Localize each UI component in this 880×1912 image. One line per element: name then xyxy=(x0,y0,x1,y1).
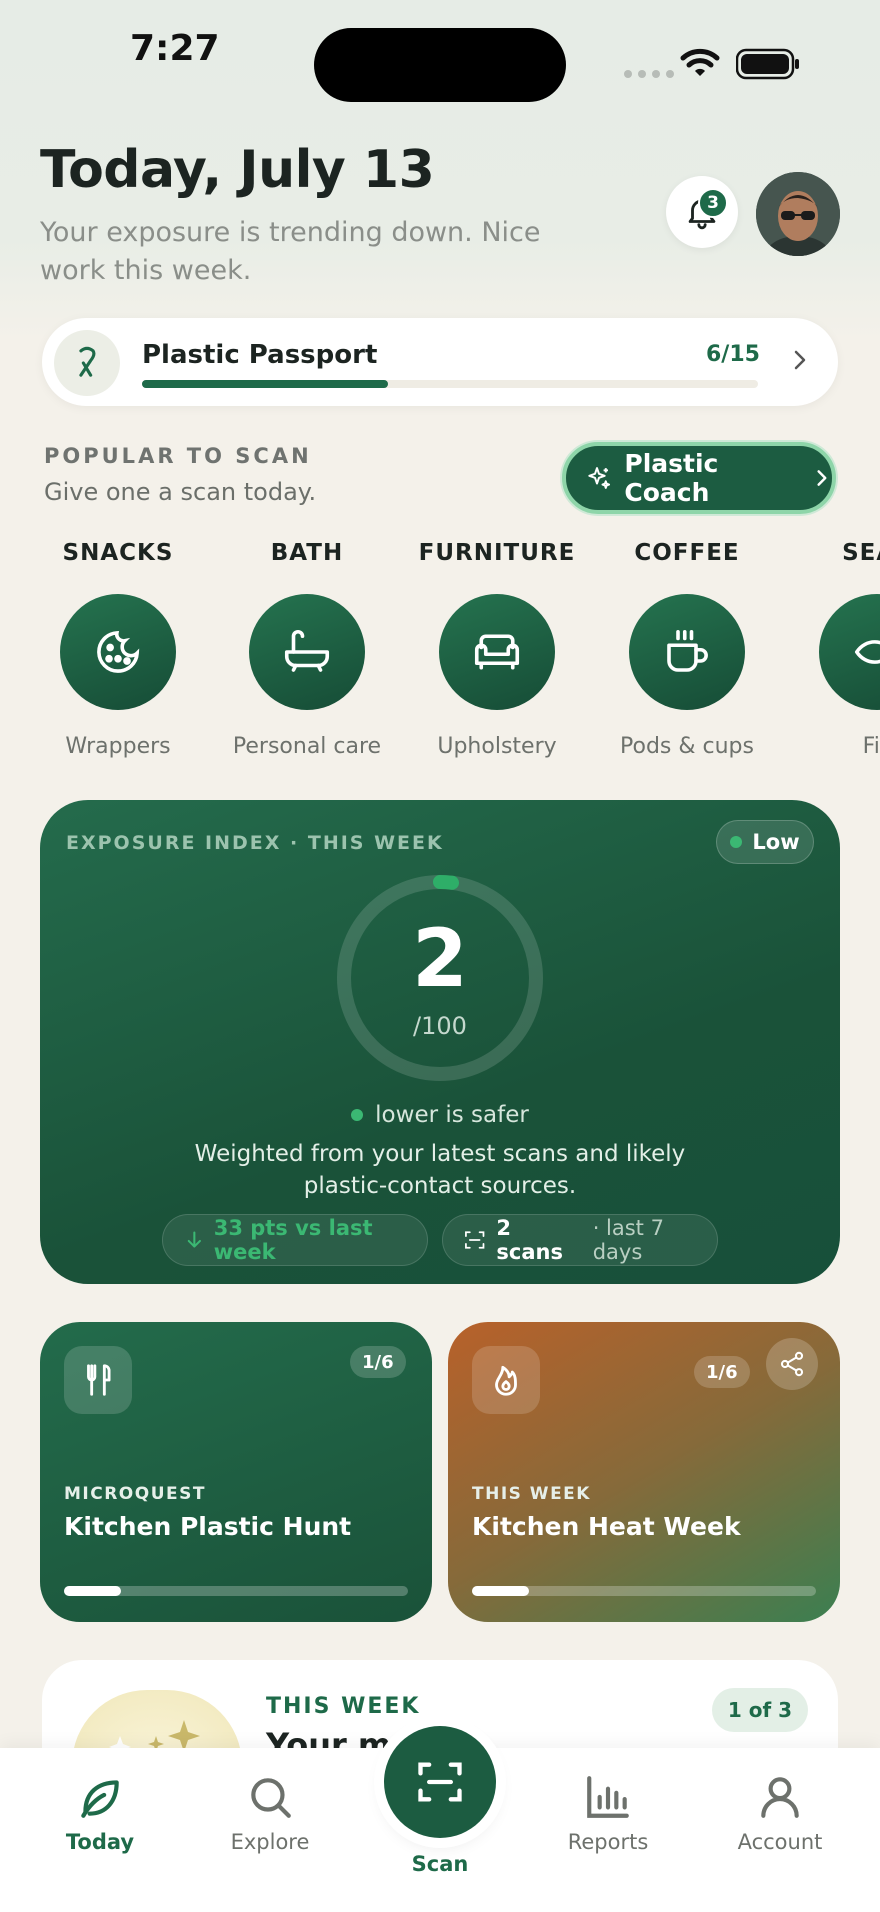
quest-progress-count: 1/6 xyxy=(350,1346,406,1378)
tab-label: Today xyxy=(65,1830,135,1854)
tab-account[interactable]: Account xyxy=(710,1772,850,1854)
passport-progress-track xyxy=(142,380,758,388)
category-snacks[interactable]: SNACKS Wrappers xyxy=(23,540,213,759)
section-subtitle-popular: Give one a scan today. xyxy=(44,478,317,506)
category-bath[interactable]: BATH Personal care xyxy=(212,540,402,759)
passport-title: Plastic Passport xyxy=(142,340,378,370)
category-title: SNACKS xyxy=(62,540,174,566)
exposure-score-max: /100 xyxy=(413,1012,467,1040)
status-time: 7:27 xyxy=(130,28,220,69)
tab-explore[interactable]: Explore xyxy=(200,1772,340,1854)
category-carousel[interactable]: SNACKS Wrappers BATH Personal care FURNI… xyxy=(0,540,880,770)
exposure-delta: 33 pts vs last week xyxy=(213,1216,373,1264)
category-title: FURNITURE xyxy=(418,540,576,566)
category-subtitle: Fis xyxy=(862,734,880,759)
sofa-icon xyxy=(439,594,555,710)
peek-kicker: THIS WEEK xyxy=(266,1694,421,1719)
category-title: COFFEE xyxy=(634,540,740,566)
bar-chart-icon xyxy=(587,1776,629,1818)
tab-label: Explore xyxy=(230,1830,310,1854)
exposure-score: 2 xyxy=(412,912,468,1005)
ribbon-icon xyxy=(54,330,120,396)
battery-icon xyxy=(736,48,799,80)
exposure-level-badge: Low xyxy=(716,820,814,864)
category-subtitle: Personal care xyxy=(232,734,382,759)
arrow-down-icon xyxy=(187,1231,201,1248)
quest-progress-count: 1/6 xyxy=(694,1356,750,1388)
plastic-coach-label: Plastic Coach xyxy=(624,449,719,507)
microquest-card[interactable]: 1/6 MICROQUEST Kitchen Plastic Hunt xyxy=(40,1322,432,1622)
tab-reports[interactable]: Reports xyxy=(538,1772,678,1854)
tab-label: Reports xyxy=(567,1830,649,1854)
search-icon xyxy=(251,1778,291,1818)
sparkle-icon xyxy=(588,467,611,489)
peek-page-badge: 1 of 3 xyxy=(712,1688,808,1732)
category-subtitle: Wrappers xyxy=(65,734,171,759)
avatar[interactable] xyxy=(756,172,840,256)
tab-today[interactable]: Today xyxy=(30,1772,170,1854)
dynamic-island xyxy=(314,28,566,102)
tab-label: Account xyxy=(737,1830,823,1854)
exposure-hint: lower is safer xyxy=(40,1102,840,1128)
category-title: SEAF xyxy=(842,540,880,566)
exposure-description: Weighted from your latest scans and like… xyxy=(194,1141,686,1199)
quest-progress-fill xyxy=(472,1586,530,1596)
plastic-passport-card[interactable]: Plastic Passport 6/15 xyxy=(42,318,838,406)
scans-period: · last 7 days xyxy=(592,1216,664,1264)
leaf-icon xyxy=(81,1780,119,1818)
tab-scan-label: Scan xyxy=(411,1852,469,1876)
category-coffee[interactable]: COFFEE Pods & cups xyxy=(592,540,782,759)
weekly-challenge-card[interactable]: 1/6 THIS WEEK Kitchen Heat Week xyxy=(448,1322,840,1622)
chevron-right-icon xyxy=(794,350,806,370)
plastic-coach-button[interactable]: Plastic Coach xyxy=(562,442,836,514)
status-dot xyxy=(351,1109,364,1121)
category-subtitle: Upholstery xyxy=(437,734,557,759)
status-dot xyxy=(730,836,743,848)
fish-icon xyxy=(819,594,880,710)
category-furniture[interactable]: FURNITURE Upholstery xyxy=(402,540,592,759)
category-title: BATH xyxy=(270,540,344,566)
chevron-right-icon xyxy=(817,470,827,486)
category-seafood[interactable]: SEAF Fis xyxy=(782,540,880,759)
fork-knife-icon xyxy=(64,1346,132,1414)
passport-count: 6/15 xyxy=(706,342,760,367)
coffee-cup-icon xyxy=(629,594,745,710)
page-title: Today, July 13 xyxy=(40,140,435,200)
section-label-popular: POPULAR TO SCAN xyxy=(44,444,312,468)
scans-count: 2 scans xyxy=(496,1216,563,1264)
notification-badge: 3 xyxy=(698,188,728,218)
scan-button[interactable] xyxy=(384,1726,496,1838)
scans-count-pill: 2 scans · last 7 days xyxy=(442,1214,718,1266)
quest-kicker: MICROQUEST xyxy=(64,1484,206,1504)
flame-icon xyxy=(472,1346,540,1414)
quest-progress-track xyxy=(64,1586,408,1596)
passport-progress-fill xyxy=(142,380,389,388)
cookie-icon xyxy=(60,594,176,710)
scan-frame-icon xyxy=(465,1231,485,1249)
exposure-label: EXPOSURE INDEX · THIS WEEK xyxy=(66,832,444,854)
quest-title: Kitchen Heat Week xyxy=(472,1512,741,1541)
exposure-index-card[interactable]: EXPOSURE INDEX · THIS WEEK Low 2 /100 lo… xyxy=(40,800,840,1284)
exposure-hint-text: lower is safer xyxy=(375,1102,529,1128)
scan-icon xyxy=(418,1762,462,1802)
share-icon xyxy=(780,1351,804,1377)
page-subtitle: Your exposure is trending down. Nice wor… xyxy=(40,217,541,286)
exposure-delta-pill: 33 pts vs last week xyxy=(162,1214,428,1266)
category-subtitle: Pods & cups xyxy=(620,734,754,759)
bathtub-icon xyxy=(249,594,365,710)
wifi-icon xyxy=(680,48,720,76)
quest-title: Kitchen Plastic Hunt xyxy=(64,1512,352,1541)
signal-icon xyxy=(624,70,674,78)
share-button[interactable] xyxy=(766,1338,818,1390)
quest-progress-fill xyxy=(64,1586,122,1596)
quest-progress-track xyxy=(472,1586,816,1596)
quest-kicker: THIS WEEK xyxy=(472,1484,591,1504)
exposure-level: Low xyxy=(752,830,800,854)
user-icon xyxy=(761,1777,799,1818)
